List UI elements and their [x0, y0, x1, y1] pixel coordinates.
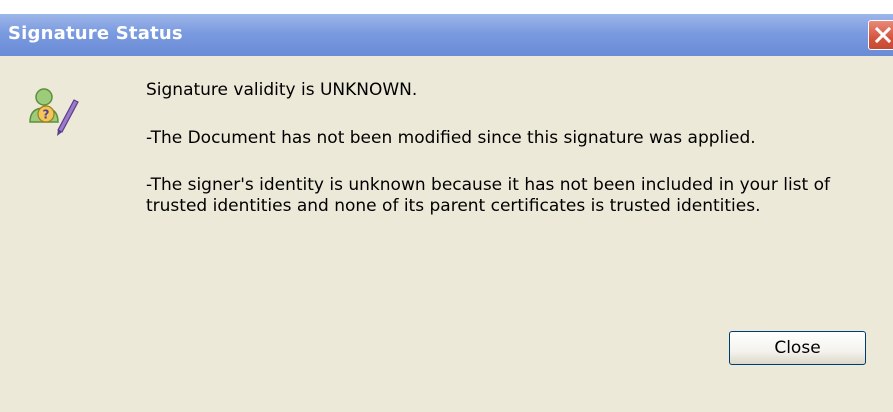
- svg-text:?: ?: [43, 108, 50, 122]
- title-close-button[interactable]: [868, 20, 893, 50]
- title-bar: Signature Status: [0, 0, 893, 56]
- signature-status-dialog: Signature Status ? Signature validity is…: [0, 0, 893, 412]
- signature-unknown-icon: ?: [29, 88, 79, 136]
- close-button[interactable]: Close: [729, 331, 866, 365]
- modification-status-text: -The Document has not been modified sinc…: [146, 128, 756, 148]
- window-title: Signature Status: [8, 23, 183, 44]
- validity-status-text: Signature validity is UNKNOWN.: [146, 80, 418, 100]
- close-icon: [874, 26, 892, 44]
- identity-status-text: -The signer's identity is unknown becaus…: [146, 175, 830, 216]
- title-bar-band: Signature Status: [0, 14, 893, 56]
- dialog-body: ? Signature validity is UNKNOWN. -The Do…: [0, 56, 893, 412]
